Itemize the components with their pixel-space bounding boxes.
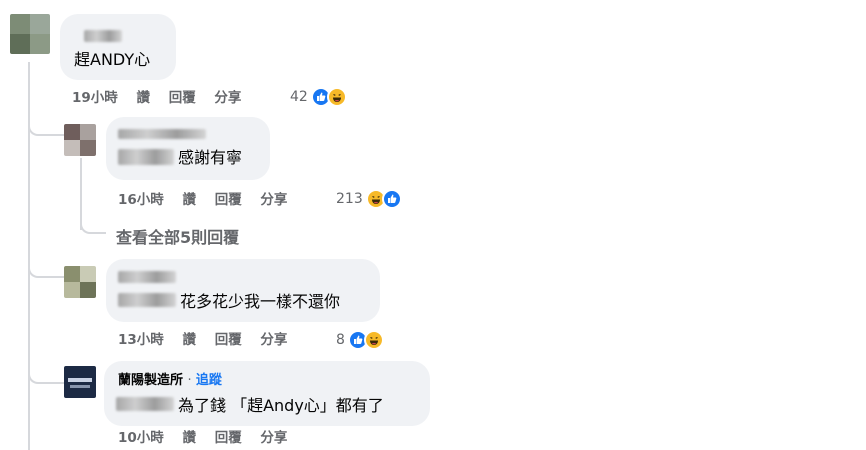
avatar[interactable] xyxy=(64,124,96,156)
reaction-summary[interactable]: 42 xyxy=(290,87,347,107)
comment-bubble: 花多花少我一樣不還你 xyxy=(106,259,380,322)
reply-button[interactable]: 回覆 xyxy=(169,90,196,106)
like-button[interactable]: 讚 xyxy=(183,192,197,208)
avatar[interactable] xyxy=(64,266,96,298)
comment-time[interactable]: 13小時 xyxy=(118,332,164,348)
author-name[interactable]: 蘭陽製造所 · 追蹤 xyxy=(118,372,222,389)
reply-button[interactable]: 回覆 xyxy=(215,430,242,446)
avatar[interactable] xyxy=(64,366,96,398)
reaction-count: 213 xyxy=(336,191,363,207)
comment-actions: 19小時 讚 回覆 分享 xyxy=(72,89,255,107)
share-button[interactable]: 分享 xyxy=(214,90,241,106)
reply-button[interactable]: 回覆 xyxy=(215,332,242,348)
author-name-redacted xyxy=(118,129,206,139)
comment-text: 為了錢 「趕Andy心」都有了 xyxy=(178,396,384,415)
reaction-count: 42 xyxy=(290,89,308,105)
author-name-redacted xyxy=(118,271,176,283)
reaction-count: 8 xyxy=(336,332,345,348)
comment-bubble: 蘭陽製造所 · 追蹤 為了錢 「趕Andy心」都有了 xyxy=(104,361,430,426)
comment-actions: 10小時 讚 回覆 分享 xyxy=(118,429,301,447)
share-button[interactable]: 分享 xyxy=(260,332,287,348)
author-name-redacted xyxy=(84,30,122,42)
mention-redacted xyxy=(116,397,174,411)
mention-redacted xyxy=(118,293,176,307)
haha-reaction-icon xyxy=(326,87,347,107)
avatar[interactable] xyxy=(10,14,50,54)
comment-time[interactable]: 10小時 xyxy=(118,430,164,446)
mention-redacted xyxy=(118,149,174,165)
like-button[interactable]: 讚 xyxy=(183,430,197,446)
comment-bubble: 趕ANDY心 xyxy=(60,14,176,80)
thread-connector xyxy=(80,220,106,234)
thread-line-main xyxy=(28,62,30,450)
view-all-replies-link[interactable]: 查看全部5則回覆 xyxy=(116,224,239,248)
comment-text: 趕ANDY心 xyxy=(74,50,151,69)
reaction-summary[interactable]: 8 xyxy=(336,330,384,350)
follow-button[interactable]: 追蹤 xyxy=(196,373,222,388)
reaction-summary[interactable]: 213 xyxy=(336,189,402,209)
reply-button[interactable]: 回覆 xyxy=(215,192,242,208)
haha-reaction-icon xyxy=(363,330,384,350)
comment-text: 感謝有寧 xyxy=(178,148,243,167)
comment-text: 花多花少我一樣不還你 xyxy=(180,292,341,311)
comment-time[interactable]: 16小時 xyxy=(118,192,164,208)
comment-actions: 16小時 讚 回覆 分享 xyxy=(118,191,301,209)
like-reaction-icon xyxy=(381,189,402,209)
share-button[interactable]: 分享 xyxy=(260,192,287,208)
share-button[interactable]: 分享 xyxy=(260,430,287,446)
comment-bubble: 感謝有寧 xyxy=(106,117,270,180)
comment-actions: 13小時 讚 回覆 分享 xyxy=(118,331,301,349)
like-button[interactable]: 讚 xyxy=(183,332,197,348)
like-button[interactable]: 讚 xyxy=(137,90,151,106)
comment-time[interactable]: 19小時 xyxy=(72,90,118,106)
